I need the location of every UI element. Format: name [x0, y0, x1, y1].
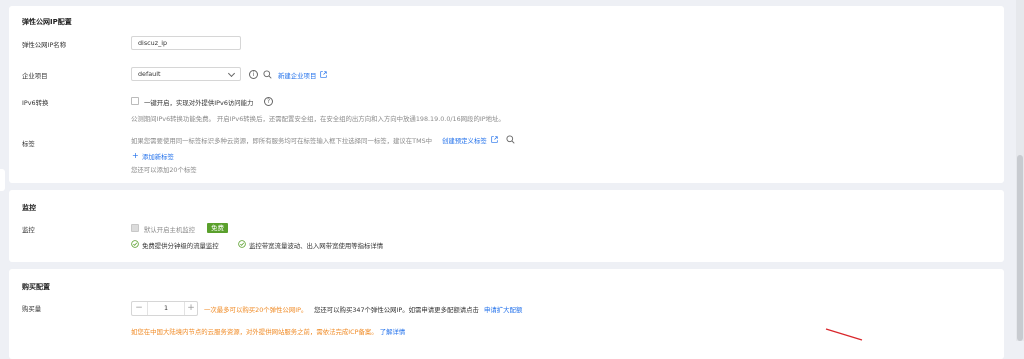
plus-icon: +: [132, 151, 139, 160]
section-title-eip: 弹性公网IP配置: [22, 18, 72, 26]
tag-label: 标签: [22, 140, 35, 148]
ipv6-description: 公测期间IPv6转换功能免费。 开启IPv6转换后，还需配置安全组，在安全组的出…: [131, 115, 505, 123]
add-tag-button[interactable]: 添加新标签: [142, 152, 174, 161]
icp-learn-more-link[interactable]: 了解详情: [380, 328, 406, 336]
search-icon[interactable]: [263, 70, 272, 79]
section-title-monitor: 监控: [22, 204, 36, 212]
quantity-stepper[interactable]: − 1 +: [131, 301, 198, 316]
monitor-feature-2: 监控带宽流量波动、出入网带宽使用等指标详情: [249, 242, 384, 250]
quantity-quota-text: 您还可以购买347个弹性公网IP。如需申请更多配额请点击: [314, 306, 479, 314]
eip-name-input[interactable]: discuz_ip: [131, 36, 241, 50]
eip-config-card: 弹性公网IP配置 弹性公网IP名称 discuz_ip 企业项目 default…: [9, 6, 1004, 183]
monitor-option-label: 默认开启主机监控: [144, 226, 196, 234]
increase-button[interactable]: +: [184, 302, 198, 315]
create-predefined-tag-link[interactable]: 创建预定义标签: [442, 136, 487, 145]
project-select[interactable]: default: [131, 67, 241, 81]
section-title-purchase: 购买配置: [22, 283, 50, 291]
request-quota-link[interactable]: 申请扩大配额: [484, 305, 522, 314]
tag-description: 如果您需要使用同一标签标识多种云资源，即所有服务均可在标签输入框下拉选择同一标签…: [131, 137, 433, 145]
project-select-value: default: [138, 70, 161, 78]
monitor-checkbox[interactable]: [131, 224, 139, 232]
eip-name-label: 弹性公网IP名称: [22, 41, 67, 49]
ipv6-label: IPv6转换: [22, 99, 49, 107]
refresh-icon[interactable]: [506, 135, 515, 144]
check-circle-icon: [238, 240, 246, 248]
icp-notice: 如您在中国大陆境内节点的云服务资源，对外提供网站服务之前，需依法完成ICP备案。…: [131, 327, 405, 336]
new-project-link[interactable]: 新建企业项目: [278, 71, 316, 80]
chevron-down-icon: [227, 69, 236, 78]
ipv6-checkbox[interactable]: [131, 97, 139, 105]
free-badge: 免费: [207, 223, 228, 233]
annotation-arrow: [825, 328, 863, 341]
monitor-label: 监控: [22, 226, 35, 234]
decrease-button[interactable]: −: [132, 302, 146, 315]
scrollbar[interactable]: [1016, 0, 1024, 341]
project-label: 企业项目: [22, 72, 48, 80]
quantity-label: 购买量: [22, 305, 42, 313]
check-circle-icon: [131, 240, 139, 248]
ipv6-option-label: 一键开启，实现对外提供IPv6访问能力: [144, 99, 254, 107]
quantity-value[interactable]: 1: [147, 302, 185, 315]
monitor-feature-1: 免费提供分钟级的流量监控: [142, 242, 219, 250]
purchase-card: 购买配置 购买量 − 1 + 一次最多可以购买20个弹性公网IP。 您还可以购买…: [9, 269, 1004, 359]
tag-remaining-text: 您还可以添加20个标签: [131, 166, 197, 174]
help-icon[interactable]: ?: [264, 97, 273, 106]
quantity-limit-text: 一次最多可以购买20个弹性公网IP。: [204, 306, 308, 314]
info-icon[interactable]: i: [249, 70, 258, 79]
scrollbar-thumb[interactable]: [1017, 155, 1023, 341]
monitor-card: 监控 监控 默认开启主机监控 免费 免费提供分钟级的流量监控 监控带宽流量波动、…: [9, 190, 1004, 262]
side-collapse-handle[interactable]: [0, 169, 5, 191]
icp-notice-text: 如您在中国大陆境内节点的云服务资源，对外提供网站服务之前，需依法完成ICP备案。: [131, 328, 378, 336]
external-link-icon: [320, 71, 327, 78]
external-link-icon: [491, 136, 498, 143]
